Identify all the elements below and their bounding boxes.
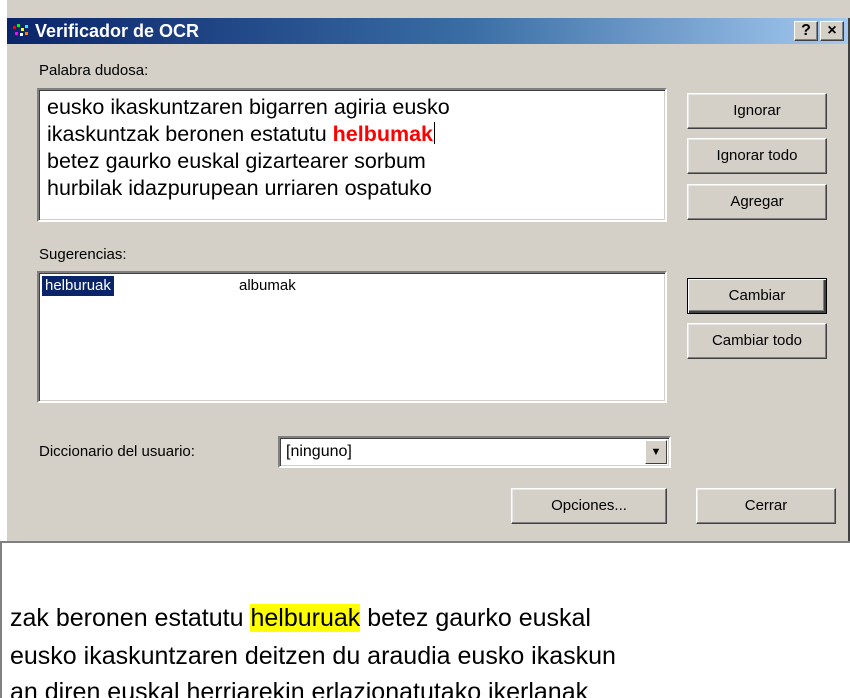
dropdown-arrow-icon[interactable]: ▼ [645,440,667,464]
add-button[interactable]: Agregar [687,184,827,220]
preview-line: zak beronen estatutu helburuak betez gau… [10,604,591,632]
suggestions-label: Sugerencias: [39,246,127,263]
preview-line: an diren euskal herriarekin erlazionatut… [10,678,589,698]
ignore-all-button[interactable]: Ignorar todo [687,138,827,174]
options-button[interactable]: Opciones... [511,488,667,524]
user-dictionary-value: [ninguno] [286,443,352,460]
text-caret [434,122,436,144]
close-window-button[interactable]: × [820,21,844,41]
highlighted-word: helbumak [332,122,434,146]
change-all-button[interactable]: Cambiar todo [687,323,827,359]
title-bar[interactable]: Verificador de OCR ? × [7,18,850,44]
doubtful-word-textbox[interactable]: eusko ikaskuntzaren bigarren agiria eusk… [37,88,667,222]
doubtful-word-text: eusko ikaskuntzaren bigarren agiria eusk… [47,95,450,200]
help-button[interactable]: ? [794,21,818,41]
ignore-button[interactable]: Ignorar [687,93,827,129]
user-dictionary-label: Diccionario del usuario: [39,443,195,460]
suggestions-listbox[interactable]: helburuak albumak [37,271,667,403]
ocr-verifier-dialog: Verificador de OCR ? × Palabra dudosa: e… [6,0,850,541]
change-button[interactable]: Cambiar [687,278,827,314]
suggestion-item-selected[interactable]: helburuak [42,276,114,296]
preview-line: eusko ikaskuntzaren deitzen du araudia e… [10,642,616,670]
user-dictionary-select[interactable]: [ninguno] ▼ [278,436,671,468]
close-button[interactable]: Cerrar [696,488,836,524]
document-preview[interactable]: zak beronen estatutu helburuak betez gau… [0,541,850,698]
suggestion-item[interactable]: albumak [239,276,296,296]
preview-highlighted-word: helburuak [250,604,361,632]
doubtful-word-label: Palabra dudosa: [39,62,149,79]
app-icon [13,24,28,36]
window-title: Verificador de OCR [35,21,200,41]
